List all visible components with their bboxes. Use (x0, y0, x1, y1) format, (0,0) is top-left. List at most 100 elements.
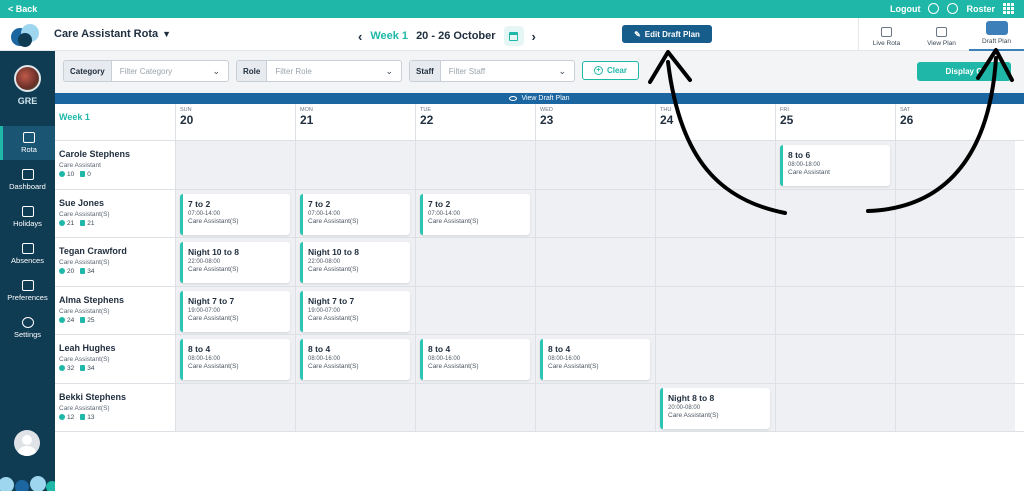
stat-hours: 10 (67, 171, 75, 178)
day-cell[interactable]: 7 to 2 07:00-14:00 Care Assistant(S) (415, 189, 535, 237)
calendar-button[interactable] (503, 26, 524, 46)
sidebar-item-preferences[interactable]: Preferences (0, 274, 55, 308)
day-cell[interactable]: 7 to 2 07:00-14:00 Care Assistant(S) (295, 189, 415, 237)
staff-cell[interactable]: Tegan Crawford Care Assistant(S) 20 34 (55, 238, 175, 286)
staff-cell[interactable]: Alma Stephens Care Assistant(S) 24 25 (55, 286, 175, 334)
shift-card[interactable]: 7 to 2 07:00-14:00 Care Assistant(S) (180, 193, 290, 235)
day-cell[interactable]: 8 to 4 08:00-16:00 Care Assistant(S) (415, 335, 535, 383)
edit-draft-plan-button[interactable]: ✎ Edit Draft Plan (622, 25, 712, 43)
day-cell[interactable]: Night 8 to 8 20:00-08:00 Care Assistant(S) (655, 383, 775, 431)
day-cell[interactable] (655, 189, 775, 237)
day-cell[interactable] (895, 286, 1015, 334)
day-cell[interactable] (775, 286, 895, 334)
shift-card[interactable]: 7 to 2 07:00-14:00 Care Assistant(S) (420, 193, 530, 235)
day-cell[interactable] (655, 238, 775, 286)
day-cell[interactable] (295, 383, 415, 431)
day-cell[interactable]: 8 to 4 08:00-16:00 Care Assistant(S) (175, 335, 295, 383)
shift-card[interactable]: 8 to 4 08:00-16:00 Care Assistant(S) (540, 339, 650, 380)
day-cell[interactable] (415, 383, 535, 431)
roster-label[interactable]: Roster (966, 4, 995, 14)
day-cell[interactable] (775, 335, 895, 383)
shift-card[interactable]: 8 to 4 08:00-16:00 Care Assistant(S) (420, 339, 530, 380)
day-cell[interactable]: Night 10 to 8 22:00-08:00 Care Assistant(S… (175, 238, 295, 286)
staff-cell[interactable]: Carole Stephens Care Assistant 10 0 (55, 141, 175, 189)
shift-card[interactable]: 8 to 4 08:00-16:00 Care Assistant(S) (180, 339, 290, 380)
shift-card[interactable]: Night 7 to 7 19:00-07:00 Care Assistant(S) (300, 290, 410, 332)
day-cell[interactable]: 8 to 4 08:00-16:00 Care Assistant(S) (535, 335, 655, 383)
display-options-button[interactable]: Display O (917, 62, 1011, 81)
day-cell[interactable] (175, 383, 295, 431)
back-link[interactable]: < Back (8, 4, 37, 14)
tab-draft-plan[interactable]: Draft Plan (969, 18, 1024, 51)
day-cell[interactable] (415, 286, 535, 334)
prev-week-icon[interactable]: ‹ (358, 29, 362, 44)
sidebar-item-rota[interactable]: Rota (0, 126, 55, 160)
day-cell[interactable] (655, 286, 775, 334)
day-cell[interactable] (655, 141, 775, 189)
day-cell[interactable] (415, 141, 535, 189)
role-filter[interactable]: Role Filter Role ⌄ (236, 60, 402, 82)
day-cell[interactable] (535, 189, 655, 237)
clear-filters-button[interactable]: + Clear (582, 61, 639, 80)
day-cell[interactable] (775, 383, 895, 431)
day-cell[interactable]: Night 7 to 7 19:00-07:00 Care Assistant(S) (295, 286, 415, 334)
grid-week-label: Week 1 (59, 112, 90, 122)
day-cell[interactable]: 8 to 6 08:00-18:00 Care Assistant (775, 141, 895, 189)
day-cell[interactable]: 7 to 2 07:00-14:00 Care Assistant(S) (175, 189, 295, 237)
sidebar-item-absences[interactable]: Absences (0, 237, 55, 271)
category-filter[interactable]: Category Filter Category ⌄ (63, 60, 229, 82)
site-avatar[interactable] (14, 65, 41, 92)
staff-cell[interactable]: Leah Hughes Care Assistant(S) 32 34 (55, 335, 175, 383)
gear-icon[interactable] (947, 3, 959, 14)
table-row: Sue Jones Care Assistant(S) 21 21 7 to 2 07:0… (55, 188, 1024, 237)
user-avatar[interactable] (14, 430, 40, 456)
sidebar-item-dashboard[interactable]: Dashboard (0, 163, 55, 197)
day-cell[interactable]: Night 7 to 7 19:00-07:00 Care Assistant(S) (175, 286, 295, 334)
day-cell[interactable] (895, 141, 1015, 189)
day-cell[interactable]: Night 10 to 8 22:00-08:00 Care Assistant(S… (295, 238, 415, 286)
shift-name: Night 7 to 7 (308, 295, 355, 306)
sidebar-item-holidays[interactable]: Holidays (0, 200, 55, 234)
logout-label[interactable]: Logout (890, 4, 921, 14)
staff-cell[interactable]: Sue Jones Care Assistant(S) 21 21 (55, 189, 175, 237)
staff-filter[interactable]: Staff Filter Staff ⌄ (409, 60, 575, 82)
day-cell[interactable] (295, 141, 415, 189)
shift-card[interactable]: Night 8 to 8 20:00-08:00 Care Assistant(S) (660, 387, 770, 429)
shift-card[interactable]: 8 to 4 08:00-16:00 Care Assistant(S) (300, 339, 410, 380)
day-cell[interactable] (535, 286, 655, 334)
day-cell[interactable] (895, 335, 1015, 383)
day-cell[interactable] (895, 189, 1015, 237)
shift-card[interactable]: 7 to 2 07:00-14:00 Care Assistant(S) (300, 193, 410, 235)
staff-role: Care Assistant(S) (59, 259, 110, 266)
shift-card[interactable]: Night 10 to 8 22:00-08:00 Care Assistant(S… (300, 242, 410, 283)
day-cell[interactable] (895, 238, 1015, 286)
shift-card[interactable]: Night 10 to 8 22:00-08:00 Care Assistant(S… (180, 242, 290, 283)
day-cell[interactable]: 8 to 4 08:00-16:00 Care Assistant(S) (295, 335, 415, 383)
staff-cell[interactable]: Bekki Stephens Care Assistant(S) 12 13 (55, 383, 175, 431)
sidebar-item-settings[interactable]: Settings (0, 311, 55, 345)
day-cell[interactable] (535, 238, 655, 286)
logout-icon[interactable] (928, 3, 940, 14)
shift-card[interactable]: Night 7 to 7 19:00-07:00 Care Assistant(S) (180, 290, 290, 332)
day-cell[interactable] (655, 335, 775, 383)
contract-icon (80, 413, 86, 420)
tab-view-plan[interactable]: View Plan (914, 18, 969, 51)
shift-card[interactable]: 8 to 6 08:00-18:00 Care Assistant (780, 145, 890, 186)
day-cell[interactable] (775, 189, 895, 237)
day-cell[interactable] (175, 141, 295, 189)
shift-time: 08:00-16:00 (308, 356, 341, 362)
day-cell[interactable] (415, 238, 535, 286)
day-cell[interactable] (535, 383, 655, 431)
day-cell[interactable] (775, 238, 895, 286)
day-cell[interactable] (895, 383, 1015, 431)
next-week-icon[interactable]: › (532, 29, 536, 44)
tab-live-rota[interactable]: Live Rota (859, 18, 914, 51)
rota-selector[interactable]: Care Assistant Rota ▼ (54, 28, 171, 40)
apps-grid-icon[interactable] (1003, 3, 1014, 14)
sidebar-item-label: Preferences (7, 293, 48, 302)
view-draft-plan-banner[interactable]: View Draft Plan (55, 93, 1024, 104)
people-icon (21, 243, 34, 254)
staff-stats: 24 25 (59, 317, 175, 324)
day-cell[interactable] (535, 141, 655, 189)
staff-name: Carole Stephens (59, 149, 131, 159)
